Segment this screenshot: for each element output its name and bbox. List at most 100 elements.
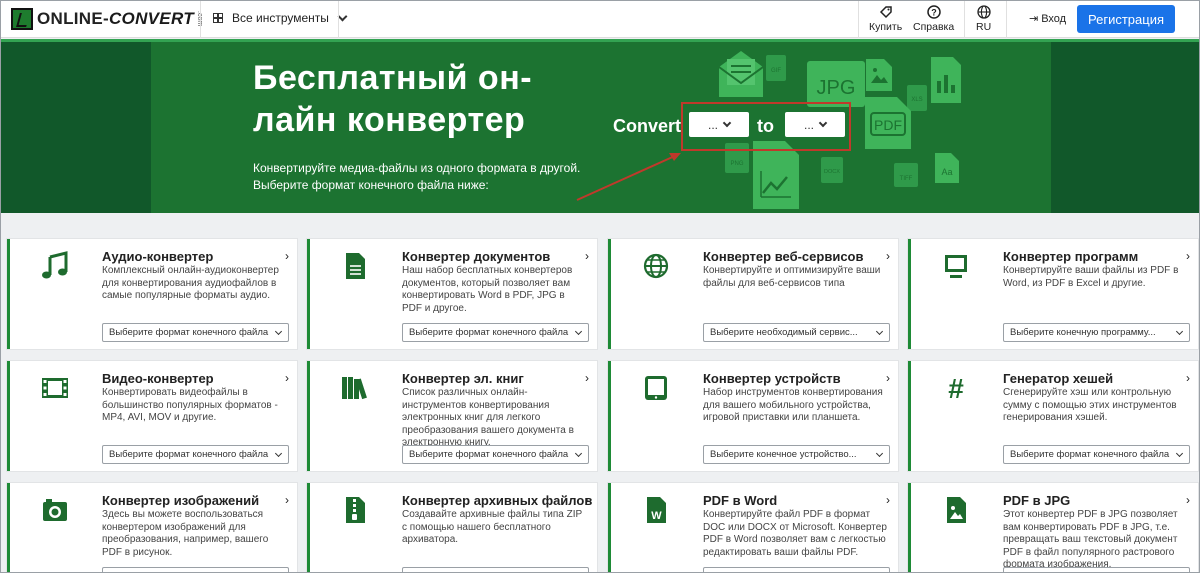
converter-card[interactable]: PDF в JPG › Этот конвертер PDF в JPG позво… — [908, 483, 1198, 572]
login-link[interactable]: ⇥ Вход — [1029, 12, 1067, 26]
tablet-icon — [641, 373, 671, 403]
converter-card[interactable]: Конвертер устройств › Набор инструментов к… — [608, 361, 898, 471]
card-format-select[interactable]: Выберите конечное устройство... — [703, 445, 890, 464]
hero-title: Бесплатный он- лайн конвертер — [253, 57, 583, 141]
chevron-down-icon — [574, 327, 583, 336]
chevron-right-icon[interactable]: › — [285, 371, 289, 385]
chevron-right-icon[interactable]: › — [886, 371, 890, 385]
globe-icon — [976, 5, 991, 19]
register-button[interactable]: Регистрация — [1077, 5, 1175, 33]
help-icon: ? — [926, 5, 941, 19]
login-icon: ⇥ — [1029, 13, 1039, 25]
svg-text:?: ? — [931, 8, 937, 18]
card-format-select[interactable]: Выберите конечную программу... — [1003, 323, 1190, 342]
film-icon — [40, 373, 70, 403]
converter-card[interactable]: # Генератор хешей › Сгенерируйте хэш или ко… — [908, 361, 1198, 471]
converter-card[interactable]: Аудио-конвертер › Комплексный онлайн-аудио… — [7, 239, 297, 349]
card-select-value: Выберите конечное устройство... — [710, 449, 857, 460]
svg-text:DOCX: DOCX — [824, 169, 840, 175]
converter-card[interactable]: Конвертер изображений › Здесь вы можете во… — [7, 483, 297, 572]
chevron-down-icon — [274, 449, 283, 458]
card-title[interactable]: Конвертер архивных файлов — [402, 493, 592, 508]
card-format-select[interactable]: Выберите формат конечного файла — [402, 445, 589, 464]
card-title[interactable]: Генератор хешей — [1003, 371, 1113, 386]
docx-file-icon: DOCX — [821, 157, 843, 183]
card-format-select[interactable]: Выберите необходимый сервис... — [703, 323, 890, 342]
converter-card[interactable]: W PDF в Word › Конвертируйте файл PDF в фор… — [608, 483, 898, 572]
svg-text:GIF: GIF — [771, 68, 781, 74]
header-divider — [1006, 1, 1007, 38]
hash-icon: # — [941, 373, 971, 404]
svg-text:W: W — [651, 510, 662, 522]
card-format-select[interactable]: Выберите формат конечного файла — [402, 323, 589, 342]
login-label: Вход — [1041, 12, 1067, 25]
card-format-select[interactable]: Выберите формат конечного файла — [102, 323, 289, 342]
card-description: Конвертируйте ваши файлы из PDF в Word, … — [1003, 265, 1179, 289]
chevron-right-icon[interactable]: › — [1186, 371, 1190, 385]
converter-card[interactable]: Конвертер программ › Конвертируйте ваши фа… — [908, 239, 1198, 349]
card-select-value: Выберите формат конечного файла — [409, 449, 569, 460]
page-frame: ONLINE-CONVERT .com Все инструменты Купи… — [0, 0, 1200, 573]
chevron-right-icon[interactable]: › — [285, 249, 289, 263]
svg-text:#: # — [948, 373, 964, 403]
card-description: Набор инструментов конвертирования для в… — [703, 387, 883, 423]
language-selector[interactable]: RU — [976, 5, 991, 33]
chevron-right-icon[interactable]: › — [285, 493, 289, 507]
card-title[interactable]: Конвертер программ — [1003, 249, 1138, 264]
chevron-right-icon[interactable]: › — [1186, 249, 1190, 263]
chevron-right-icon[interactable]: › — [585, 371, 589, 385]
hero-subtitle-line: Конвертируйте медиа-файлы из одного форм… — [253, 161, 581, 175]
card-title[interactable]: Конвертер веб-сервисов — [703, 249, 863, 264]
card-format-select[interactable]: Выберите формат конечного файла — [102, 445, 289, 464]
card-format-select[interactable] — [703, 567, 890, 572]
card-title[interactable]: Конвертер устройств — [703, 371, 841, 386]
converter-card[interactable]: Конвертер эл. книг › Список различных онла… — [307, 361, 597, 471]
card-format-select[interactable] — [102, 567, 289, 572]
card-select-value: Выберите конечную программу... — [1010, 327, 1156, 338]
card-format-select[interactable]: Выберите формат конечного файла — [1003, 445, 1190, 464]
help-label: Справка — [913, 21, 955, 33]
pdf-file-icon: PDF — [865, 97, 911, 154]
chart-file-icon — [753, 141, 799, 213]
card-title[interactable]: PDF в Word — [703, 493, 777, 508]
buy-link[interactable]: Купить — [869, 5, 902, 33]
converter-card[interactable]: Видео-конвертер › Конвертировать видеофайл… — [7, 361, 297, 471]
archive-icon — [340, 495, 370, 525]
music-note-icon — [40, 251, 70, 281]
converter-card[interactable]: Конвертер архивных файлов › Создавайте арх… — [307, 483, 597, 572]
svg-text:PNG: PNG — [730, 161, 743, 167]
hero-title-line: лайн конвертер — [253, 101, 526, 139]
site-logo[interactable]: ONLINE-CONVERT .com — [11, 8, 203, 30]
chevron-right-icon[interactable]: › — [886, 249, 890, 263]
card-title[interactable]: Конвертер изображений — [102, 493, 259, 508]
card-title[interactable]: Аудио-конвертер — [102, 249, 213, 264]
card-description: Создавайте архивные файлы типа ZIP с пом… — [402, 509, 583, 545]
converter-card[interactable]: Конвертер документов › Наш набор бесплатны… — [307, 239, 597, 349]
converter-card[interactable]: Конвертер веб-сервисов › Конвертируйте и о… — [608, 239, 898, 349]
card-title[interactable]: PDF в JPG — [1003, 493, 1070, 508]
card-select-value: Выберите необходимый сервис... — [710, 327, 858, 338]
card-description: Здесь вы можете воспользоваться конверте… — [102, 509, 269, 558]
chevron-right-icon[interactable]: › — [585, 249, 589, 263]
card-title[interactable]: Конвертер эл. книг — [402, 371, 524, 386]
chevron-right-icon[interactable]: › — [886, 493, 890, 507]
gif-file-icon: GIF — [766, 55, 786, 81]
card-title[interactable]: Видео-конвертер — [102, 371, 214, 386]
tag-icon — [879, 6, 892, 19]
font-file-icon: Aa — [935, 153, 959, 188]
all-tools-menu[interactable]: Все инструменты — [213, 11, 348, 25]
svg-text:XLS: XLS — [911, 97, 922, 103]
buy-label: Купить — [869, 21, 903, 33]
language-label: RU — [976, 21, 992, 33]
hero-subtitle-line: Выберите формат конечного файла ниже: — [253, 178, 489, 192]
chevron-right-icon[interactable]: › — [1186, 493, 1190, 507]
card-format-select[interactable] — [402, 567, 589, 572]
card-select-value: Выберите формат конечного файла — [1010, 449, 1170, 460]
help-link[interactable]: ? Справка — [913, 5, 954, 33]
card-title[interactable]: Конвертер документов — [402, 249, 550, 264]
chevron-down-icon — [1175, 449, 1184, 458]
card-format-select[interactable] — [1003, 567, 1190, 572]
header-divider — [964, 1, 965, 38]
chevron-right-icon[interactable]: › — [585, 493, 589, 507]
all-tools-label: Все инструменты — [232, 11, 329, 25]
